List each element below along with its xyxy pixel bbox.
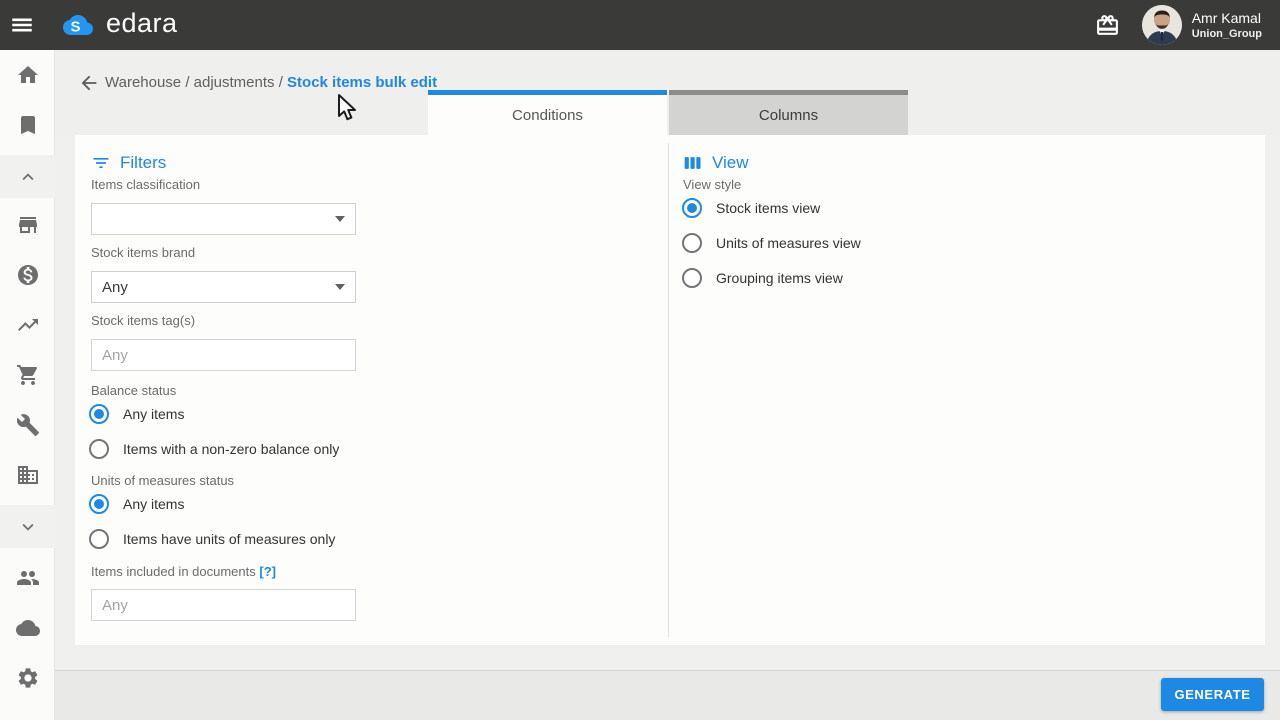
radio-unchecked-icon[interactable] [89, 439, 109, 459]
sidebar-item-finance[interactable] [0, 254, 55, 296]
people-icon [16, 571, 39, 585]
generate-button[interactable]: GENERATE [1161, 678, 1264, 711]
building-icon [17, 466, 38, 484]
sidebar-item-cloud[interactable] [0, 607, 55, 649]
balance-status-option-nonzero[interactable]: Items with a non-zero balance only [89, 439, 339, 459]
sidebar-item-sales[interactable] [0, 354, 55, 396]
items-classification-select[interactable] [91, 203, 356, 235]
user-org: Union_Group [1191, 27, 1262, 40]
radio-label: Items with a non-zero balance only [123, 441, 340, 457]
edara-cloud-logo: S [58, 10, 98, 40]
cloud-icon [15, 620, 40, 636]
units-status-option-have-units[interactable]: Items have units of measures only [89, 529, 335, 549]
items-in-documents-input[interactable] [91, 589, 356, 621]
items-in-documents-label: Items included in documents [?] [91, 564, 276, 579]
columns-view-icon [684, 157, 701, 169]
sidebar-item-home[interactable] [0, 54, 55, 96]
sidebar-item-company[interactable] [0, 454, 55, 496]
filters-section-title: Filters [91, 153, 166, 173]
balance-status-label: Balance status [91, 383, 177, 398]
avatar[interactable] [1141, 5, 1182, 45]
gear-icon [18, 668, 37, 688]
radio-unchecked-icon[interactable] [682, 233, 702, 253]
brand-name: edara [106, 7, 178, 38]
radio-label: Stock items view [716, 200, 821, 216]
view-title-label: View [712, 153, 749, 172]
radio-checked-icon[interactable] [89, 404, 109, 424]
view-option-stock-items[interactable]: Stock items view [682, 198, 820, 218]
breadcrumb-path[interactable]: Warehouse / adjustments / [105, 74, 287, 91]
stock-items-brand-label: Stock items brand [91, 245, 196, 260]
sidebar-item-tools[interactable] [0, 404, 55, 446]
balance-status-option-any[interactable]: Any items [89, 404, 184, 424]
stock-items-brand-value: Any [102, 278, 128, 296]
gift-icon[interactable] [1088, 0, 1128, 50]
radio-checked-icon[interactable] [682, 198, 702, 218]
back-arrow-icon[interactable] [78, 72, 102, 96]
view-section-title: View [683, 153, 749, 173]
view-option-grouping-items[interactable]: Grouping items view [682, 268, 843, 288]
units-status-option-any[interactable]: Any items [89, 494, 184, 514]
user-menu[interactable]: Amr Kamal Union_Group [1192, 10, 1262, 41]
units-status-label: Units of measures status [91, 473, 235, 488]
chevron-up-icon [22, 172, 33, 180]
stock-items-tags-input[interactable] [91, 339, 356, 371]
sidebar [0, 50, 55, 720]
sidebar-collapse-up[interactable] [0, 155, 55, 198]
main-panel: Filters Items classification Stock items… [75, 135, 1265, 645]
cart-icon [16, 365, 37, 385]
breadcrumb-bar: Warehouse / adjustments / Stock items bu… [55, 50, 1280, 135]
wrench-icon [16, 414, 39, 436]
radio-checked-icon[interactable] [89, 494, 109, 514]
radio-unchecked-icon[interactable] [682, 268, 702, 288]
filters-title-label: Filters [120, 153, 167, 172]
svg-text:S: S [70, 18, 80, 35]
radio-label: Any items [123, 406, 185, 422]
sidebar-item-settings[interactable] [0, 657, 55, 699]
breadcrumb-current: Stock items bulk edit [287, 74, 438, 91]
tab-columns[interactable]: Columns [669, 90, 908, 135]
tab-conditions[interactable]: Conditions [428, 90, 667, 135]
items-classification-label: Items classification [91, 177, 201, 192]
help-link[interactable]: [?] [259, 564, 276, 579]
radio-label: Any items [123, 496, 185, 512]
radio-label: Units of measures view [716, 235, 861, 251]
edara-logo[interactable]: S edara [58, 7, 178, 41]
sidebar-item-store[interactable] [0, 204, 55, 246]
panel-divider [668, 143, 669, 637]
stock-items-tags-label: Stock items tag(s) [91, 313, 196, 328]
view-style-label: View style [683, 177, 742, 192]
money-icon [17, 265, 38, 285]
radio-unchecked-icon[interactable] [89, 529, 109, 549]
home-icon [17, 66, 38, 83]
sidebar-item-reports[interactable] [0, 304, 55, 346]
dropdown-caret-icon [335, 284, 345, 290]
chevron-down-icon [22, 523, 33, 531]
topbar: S edara Amr Kamal Union_Group [0, 0, 1280, 50]
sidebar-item-bookmarks[interactable] [0, 104, 55, 146]
stock-items-brand-select[interactable]: Any [91, 271, 356, 303]
breadcrumb: Warehouse / adjustments / Stock items bu… [105, 74, 437, 91]
bookmark-icon [20, 116, 35, 134]
sidebar-collapse-down[interactable] [0, 505, 55, 548]
view-option-units-of-measures[interactable]: Units of measures view [682, 233, 861, 253]
radio-label: Grouping items view [716, 270, 843, 286]
sidebar-item-users[interactable] [0, 557, 55, 599]
footer-bar [0, 671, 1280, 720]
radio-label: Items have units of measures only [123, 531, 336, 547]
user-name: Amr Kamal [1191, 9, 1261, 26]
trending-up-icon [17, 319, 38, 331]
dropdown-caret-icon [335, 216, 345, 222]
filter-icon [93, 158, 109, 168]
store-icon [18, 217, 37, 233]
menu-icon[interactable] [0, 0, 44, 50]
